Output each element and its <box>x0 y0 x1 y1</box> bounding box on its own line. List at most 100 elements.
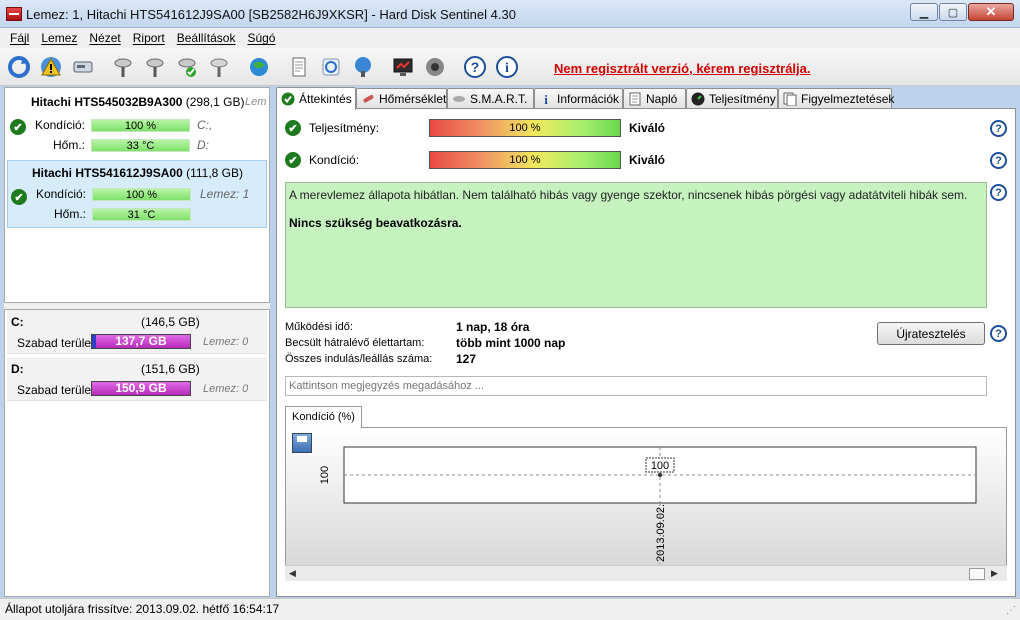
condition-side: Lemez: 1 <box>200 187 250 201</box>
disk-list: Hitachi HTS545032B9A300 (298,1 GB) Lem ✔… <box>4 87 270 303</box>
condition-bar: 100 % <box>429 151 621 169</box>
network-icon[interactable] <box>350 54 376 80</box>
volume-card[interactable]: D: (151,6 GB) Szabad terület 150,9 GB Le… <box>7 357 267 401</box>
uptime-label: Működési idő: <box>285 321 353 333</box>
check-icon <box>281 92 295 106</box>
surface-test-icon[interactable] <box>142 54 168 80</box>
check-icon: ✔ <box>11 189 27 205</box>
temp-bar: 31 °C <box>92 208 191 221</box>
disk-card-selected[interactable]: Hitachi HTS541612J9SA00 (111,8 GB) ✔ Kon… <box>7 160 267 228</box>
volume-size: (146,5 GB) <box>141 315 200 329</box>
help-icon[interactable]: ? <box>990 184 1007 201</box>
monitor-icon[interactable] <box>390 54 416 80</box>
check-icon: ✔ <box>285 120 301 136</box>
horizontal-scrollbar[interactable]: ◀ ▶ <box>285 565 1007 581</box>
report-icon[interactable] <box>286 54 312 80</box>
disk-card[interactable]: Hitachi HTS545032B9A300 (298,1 GB) Lem ✔… <box>7 90 267 158</box>
gauge-icon <box>691 92 705 106</box>
window-title: Lemez: 1, Hitachi HTS541612J9SA00 [SB258… <box>26 7 516 22</box>
svg-text:i: i <box>505 61 509 76</box>
menu-view[interactable]: Nézet <box>83 28 126 48</box>
free-space-bar: 137,7 GB <box>91 334 191 349</box>
status-text: Állapot utoljára frissítve: 2013.09.02. … <box>5 602 280 616</box>
register-link[interactable]: Nem regisztrált verzió, kérem regisztrál… <box>554 61 811 76</box>
svg-text:i: i <box>544 92 548 106</box>
tab-alerts[interactable]: Figyelmeztetések <box>778 88 894 108</box>
globe-icon[interactable] <box>246 54 272 80</box>
performance-rating: Kiváló <box>629 121 666 135</box>
help-icon[interactable]: ? <box>990 325 1007 342</box>
menu-file[interactable]: Fájl <box>4 28 35 48</box>
temp-label: Hőm.: <box>52 138 85 152</box>
thermometer-icon <box>361 92 375 106</box>
smart-test-icon[interactable] <box>110 54 136 80</box>
condition-bar: 100 % <box>92 188 191 201</box>
tab-smart[interactable]: S.M.A.R.T. <box>447 88 534 108</box>
menu-report[interactable]: Riport <box>127 28 171 48</box>
temp-label: Hőm.: <box>53 207 86 221</box>
status-bar: Állapot utoljára frissítve: 2013.09.02. … <box>0 598 1020 620</box>
tab-information[interactable]: i Információk <box>534 88 623 108</box>
volume-card[interactable]: C: (146,5 GB) Szabad terület 137,7 GB Le… <box>7 310 267 354</box>
check-icon: ✔ <box>285 152 301 168</box>
free-space-label: Szabad terület <box>17 383 95 397</box>
condition-label: Kondíció: <box>35 187 86 201</box>
help-icon[interactable]: ? <box>990 152 1007 169</box>
help-icon[interactable]: ? <box>462 54 488 80</box>
performance-bar: 100 % <box>429 119 621 137</box>
scroll-left-icon[interactable]: ◀ <box>289 568 296 579</box>
note-input[interactable] <box>285 376 987 396</box>
data-point <box>658 473 662 477</box>
tools-icon[interactable] <box>206 54 232 80</box>
menu-settings[interactable]: Beállítások <box>171 28 242 48</box>
app-icon <box>6 7 22 21</box>
help-icon[interactable]: ? <box>990 120 1007 137</box>
disk-extra: Lem <box>245 96 267 108</box>
info-icon: i <box>539 92 553 107</box>
free-space-label: Szabad terület <box>17 336 95 350</box>
volume-disk: Lemez: 0 <box>203 336 249 348</box>
volume-list: C: (146,5 GB) Szabad terület 137,7 GB Le… <box>4 309 270 597</box>
menu-help[interactable]: Súgó <box>241 28 281 48</box>
info-icon[interactable]: i <box>494 54 520 80</box>
window-controls: ▁ ▢ ✕ <box>909 3 1014 21</box>
sync-icon[interactable] <box>318 54 344 80</box>
graph-tabbar: Kondíció (%) <box>285 406 1009 428</box>
health-check-icon[interactable] <box>174 54 200 80</box>
y-tick-label: 100 <box>319 466 331 484</box>
graph-tab-condition[interactable]: Kondíció (%) <box>285 406 362 428</box>
tab-temperature[interactable]: Hőmérséklet <box>356 88 447 108</box>
scroll-right-icon[interactable]: ▶ <box>991 568 998 579</box>
data-label: 100 <box>651 460 669 472</box>
retest-button[interactable]: Újratesztelés <box>877 322 985 345</box>
volume-letter: D: <box>11 362 24 376</box>
tab-log[interactable]: Napló <box>623 88 686 108</box>
close-button[interactable]: ✕ <box>968 3 1014 21</box>
description-text: A merevlemez állapota hibátlan. Nem talá… <box>289 188 968 202</box>
condition-bar: 100 % <box>91 119 190 132</box>
lifetime-value: több mint 1000 nap <box>456 336 566 350</box>
svg-text:?: ? <box>471 59 480 75</box>
disk-name: Hitachi HTS545032B9A300 (298,1 GB) <box>31 95 245 109</box>
scroll-thumb[interactable] <box>969 568 985 580</box>
disk-icon[interactable] <box>70 54 96 80</box>
warning-icon[interactable] <box>38 54 64 80</box>
toolbar: ? i Nem regisztrált verzió, kérem regisz… <box>0 48 1020 86</box>
temp-side: D: <box>197 138 209 152</box>
volume-disk: Lemez: 0 <box>203 383 249 395</box>
condition-graph: 100 100 2013.09.02. <box>285 427 1007 581</box>
volume-letter: C: <box>11 315 24 329</box>
resize-grip-icon[interactable]: ⋰ <box>1006 605 1016 616</box>
title-bar: Lemez: 1, Hitachi HTS541612J9SA00 [SB258… <box>0 0 1020 28</box>
refresh-icon[interactable] <box>6 54 32 80</box>
menu-disk[interactable]: Lemez <box>35 28 83 48</box>
speaker-icon[interactable] <box>422 54 448 80</box>
performance-row: ✔ Teljesítmény: 100 % Kiváló <box>283 118 1003 138</box>
maximize-button[interactable]: ▢ <box>939 3 967 21</box>
disk-name: Hitachi HTS541612J9SA00 (111,8 GB) <box>32 166 244 180</box>
x-tick-label: 2013.09.02. <box>655 504 667 562</box>
minimize-button[interactable]: ▁ <box>910 3 938 21</box>
tab-overview[interactable]: Áttekintés <box>276 87 356 110</box>
tab-performance[interactable]: Teljesítmény <box>686 88 778 108</box>
overview-panel: ✔ Teljesítmény: 100 % Kiváló ? ✔ Kondíci… <box>276 108 1016 597</box>
